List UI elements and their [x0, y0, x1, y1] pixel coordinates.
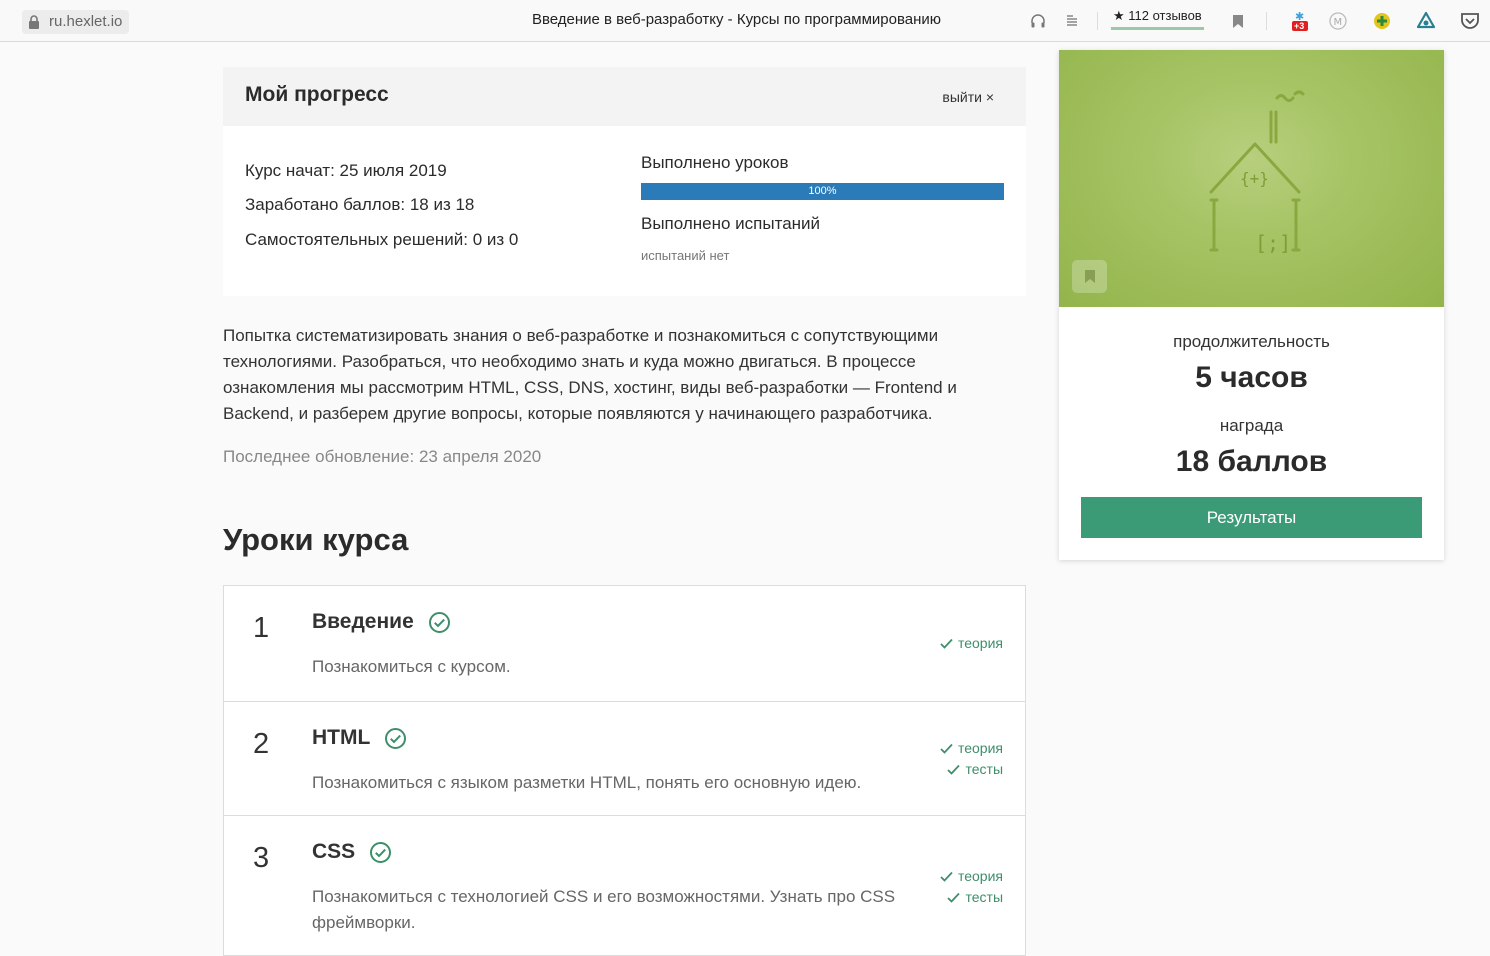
- lesson-number: 2: [253, 728, 270, 760]
- lessons-list: 1 Введение Познакомиться с курсом. теори…: [223, 585, 1026, 956]
- pocket-icon[interactable]: [1459, 10, 1481, 32]
- lesson-tags: теория: [940, 633, 1003, 654]
- reward-value: 18 баллов: [1175, 445, 1328, 478]
- check-icon: [940, 743, 953, 754]
- lessons-progress-percent: 100%: [808, 185, 837, 197]
- lesson-tag: теория: [940, 866, 1003, 887]
- bookmark-icon[interactable]: [1227, 10, 1249, 32]
- lesson-tag-label: тесты: [965, 889, 1003, 905]
- notifications-extension-icon[interactable]: ✱ +3: [1288, 10, 1310, 32]
- lesson-tag: тесты: [940, 887, 1003, 908]
- lesson-tag-label: теория: [957, 740, 1003, 756]
- notification-count: +3: [1294, 21, 1305, 31]
- lesson-tag: теория: [940, 633, 1003, 654]
- check-icon: [947, 892, 961, 903]
- lessons-progress-bar: 100%: [641, 183, 1004, 200]
- check-icon: [947, 764, 961, 775]
- lesson-title[interactable]: HTML: [312, 726, 407, 750]
- svg-text:M: M: [1334, 17, 1343, 28]
- lesson-description: Познакомиться с курсом.: [312, 657, 511, 676]
- bookmark-icon: [1084, 270, 1095, 283]
- toolbar-divider: [1266, 12, 1267, 30]
- lesson-description: Познакомиться с языком разметки HTML, по…: [312, 773, 862, 792]
- check-icon: [940, 871, 953, 882]
- lesson-item[interactable]: 2 HTML Познакомиться с языком разметки H…: [224, 701, 1025, 815]
- cover-code-top: {+}: [1240, 169, 1269, 188]
- lesson-number: 1: [253, 612, 270, 644]
- bookmark-button[interactable]: [1072, 260, 1107, 293]
- reader-view-icon[interactable]: [1061, 10, 1083, 32]
- completed-check-icon: [370, 841, 392, 863]
- lock-icon: [22, 9, 46, 34]
- lesson-item[interactable]: 1 Введение Познакомиться с курсом. теори…: [224, 586, 1025, 701]
- results-button[interactable]: Результаты: [1081, 497, 1422, 538]
- vpn-extension-icon[interactable]: [1415, 10, 1437, 32]
- lessons-heading: Уроки курса: [223, 522, 409, 557]
- no-tests-text: испытаний нет: [641, 248, 730, 263]
- url-text[interactable]: ru.hexlet.io: [46, 9, 130, 34]
- lesson-title[interactable]: CSS: [312, 840, 392, 864]
- reviews-badge[interactable]: ★ 112 отзывов: [1111, 8, 1204, 30]
- headphones-icon[interactable]: [1027, 10, 1049, 32]
- lesson-item[interactable]: 3 CSS Познакомиться с технологией CSS и …: [224, 815, 1025, 955]
- lesson-tag-label: теория: [957, 868, 1003, 884]
- course-description: Попытка систематизировать знания о веб-р…: [223, 326, 957, 423]
- lessons-done-label: Выполнено уроков: [641, 153, 789, 172]
- lesson-title-text[interactable]: Введение: [312, 610, 414, 634]
- house-illustration-icon: {+} [;]: [1209, 90, 1305, 255]
- logout-link[interactable]: выйти ×: [942, 89, 994, 105]
- last-updated-text: Последнее обновление: 23 апреля 2020: [223, 447, 542, 466]
- completed-check-icon: [428, 611, 450, 633]
- tests-done-label: Выполнено испытаний: [641, 214, 821, 233]
- lesson-title-text[interactable]: CSS: [312, 840, 355, 864]
- lesson-tag: тесты: [940, 759, 1003, 780]
- cover-code-bottom: [;]: [1255, 231, 1291, 255]
- lesson-description: Познакомиться с технологией CSS и его во…: [312, 887, 896, 932]
- lesson-tags: теория тесты: [940, 738, 1003, 780]
- course-cover-image: {+} [;]: [1059, 50, 1444, 307]
- address-bar[interactable]: ru.hexlet.io: [22, 9, 130, 34]
- progress-title: Мой прогресс: [245, 83, 389, 106]
- lesson-tag-label: теория: [957, 635, 1003, 651]
- lesson-number: 3: [253, 842, 270, 874]
- points-earned-text: Заработано баллов: 18 из 18: [245, 195, 475, 214]
- check-icon: [940, 638, 953, 649]
- course-started-text: Курс начат: 25 июля 2019: [245, 161, 447, 180]
- solutions-text: Самостоятельных решений: 0 из 0: [245, 230, 519, 249]
- lesson-tags: теория тесты: [940, 866, 1003, 908]
- toolbar-divider: [1097, 12, 1098, 30]
- lesson-title-text[interactable]: HTML: [312, 726, 370, 750]
- browser-toolbar: ru.hexlet.io Введение в веб-разработку -…: [0, 0, 1490, 42]
- completed-check-icon: [385, 727, 407, 749]
- reward-label: награда: [1219, 416, 1284, 435]
- course-info-card: {+} [;] продолжительность 5 часов наград…: [1059, 50, 1444, 560]
- duration-label: продолжительность: [1173, 332, 1330, 351]
- m-extension-icon[interactable]: M: [1327, 10, 1349, 32]
- progress-card: Мой прогресс выйти × Курс начат: 25 июля…: [223, 67, 1026, 296]
- duration-value: 5 часов: [1195, 361, 1308, 394]
- yellow-extension-icon[interactable]: [1371, 10, 1393, 32]
- lesson-tag: теория: [940, 738, 1003, 759]
- lesson-tag-label: тесты: [965, 761, 1003, 777]
- lesson-title[interactable]: Введение: [312, 610, 451, 634]
- progress-header: Мой прогресс выйти ×: [223, 67, 1026, 126]
